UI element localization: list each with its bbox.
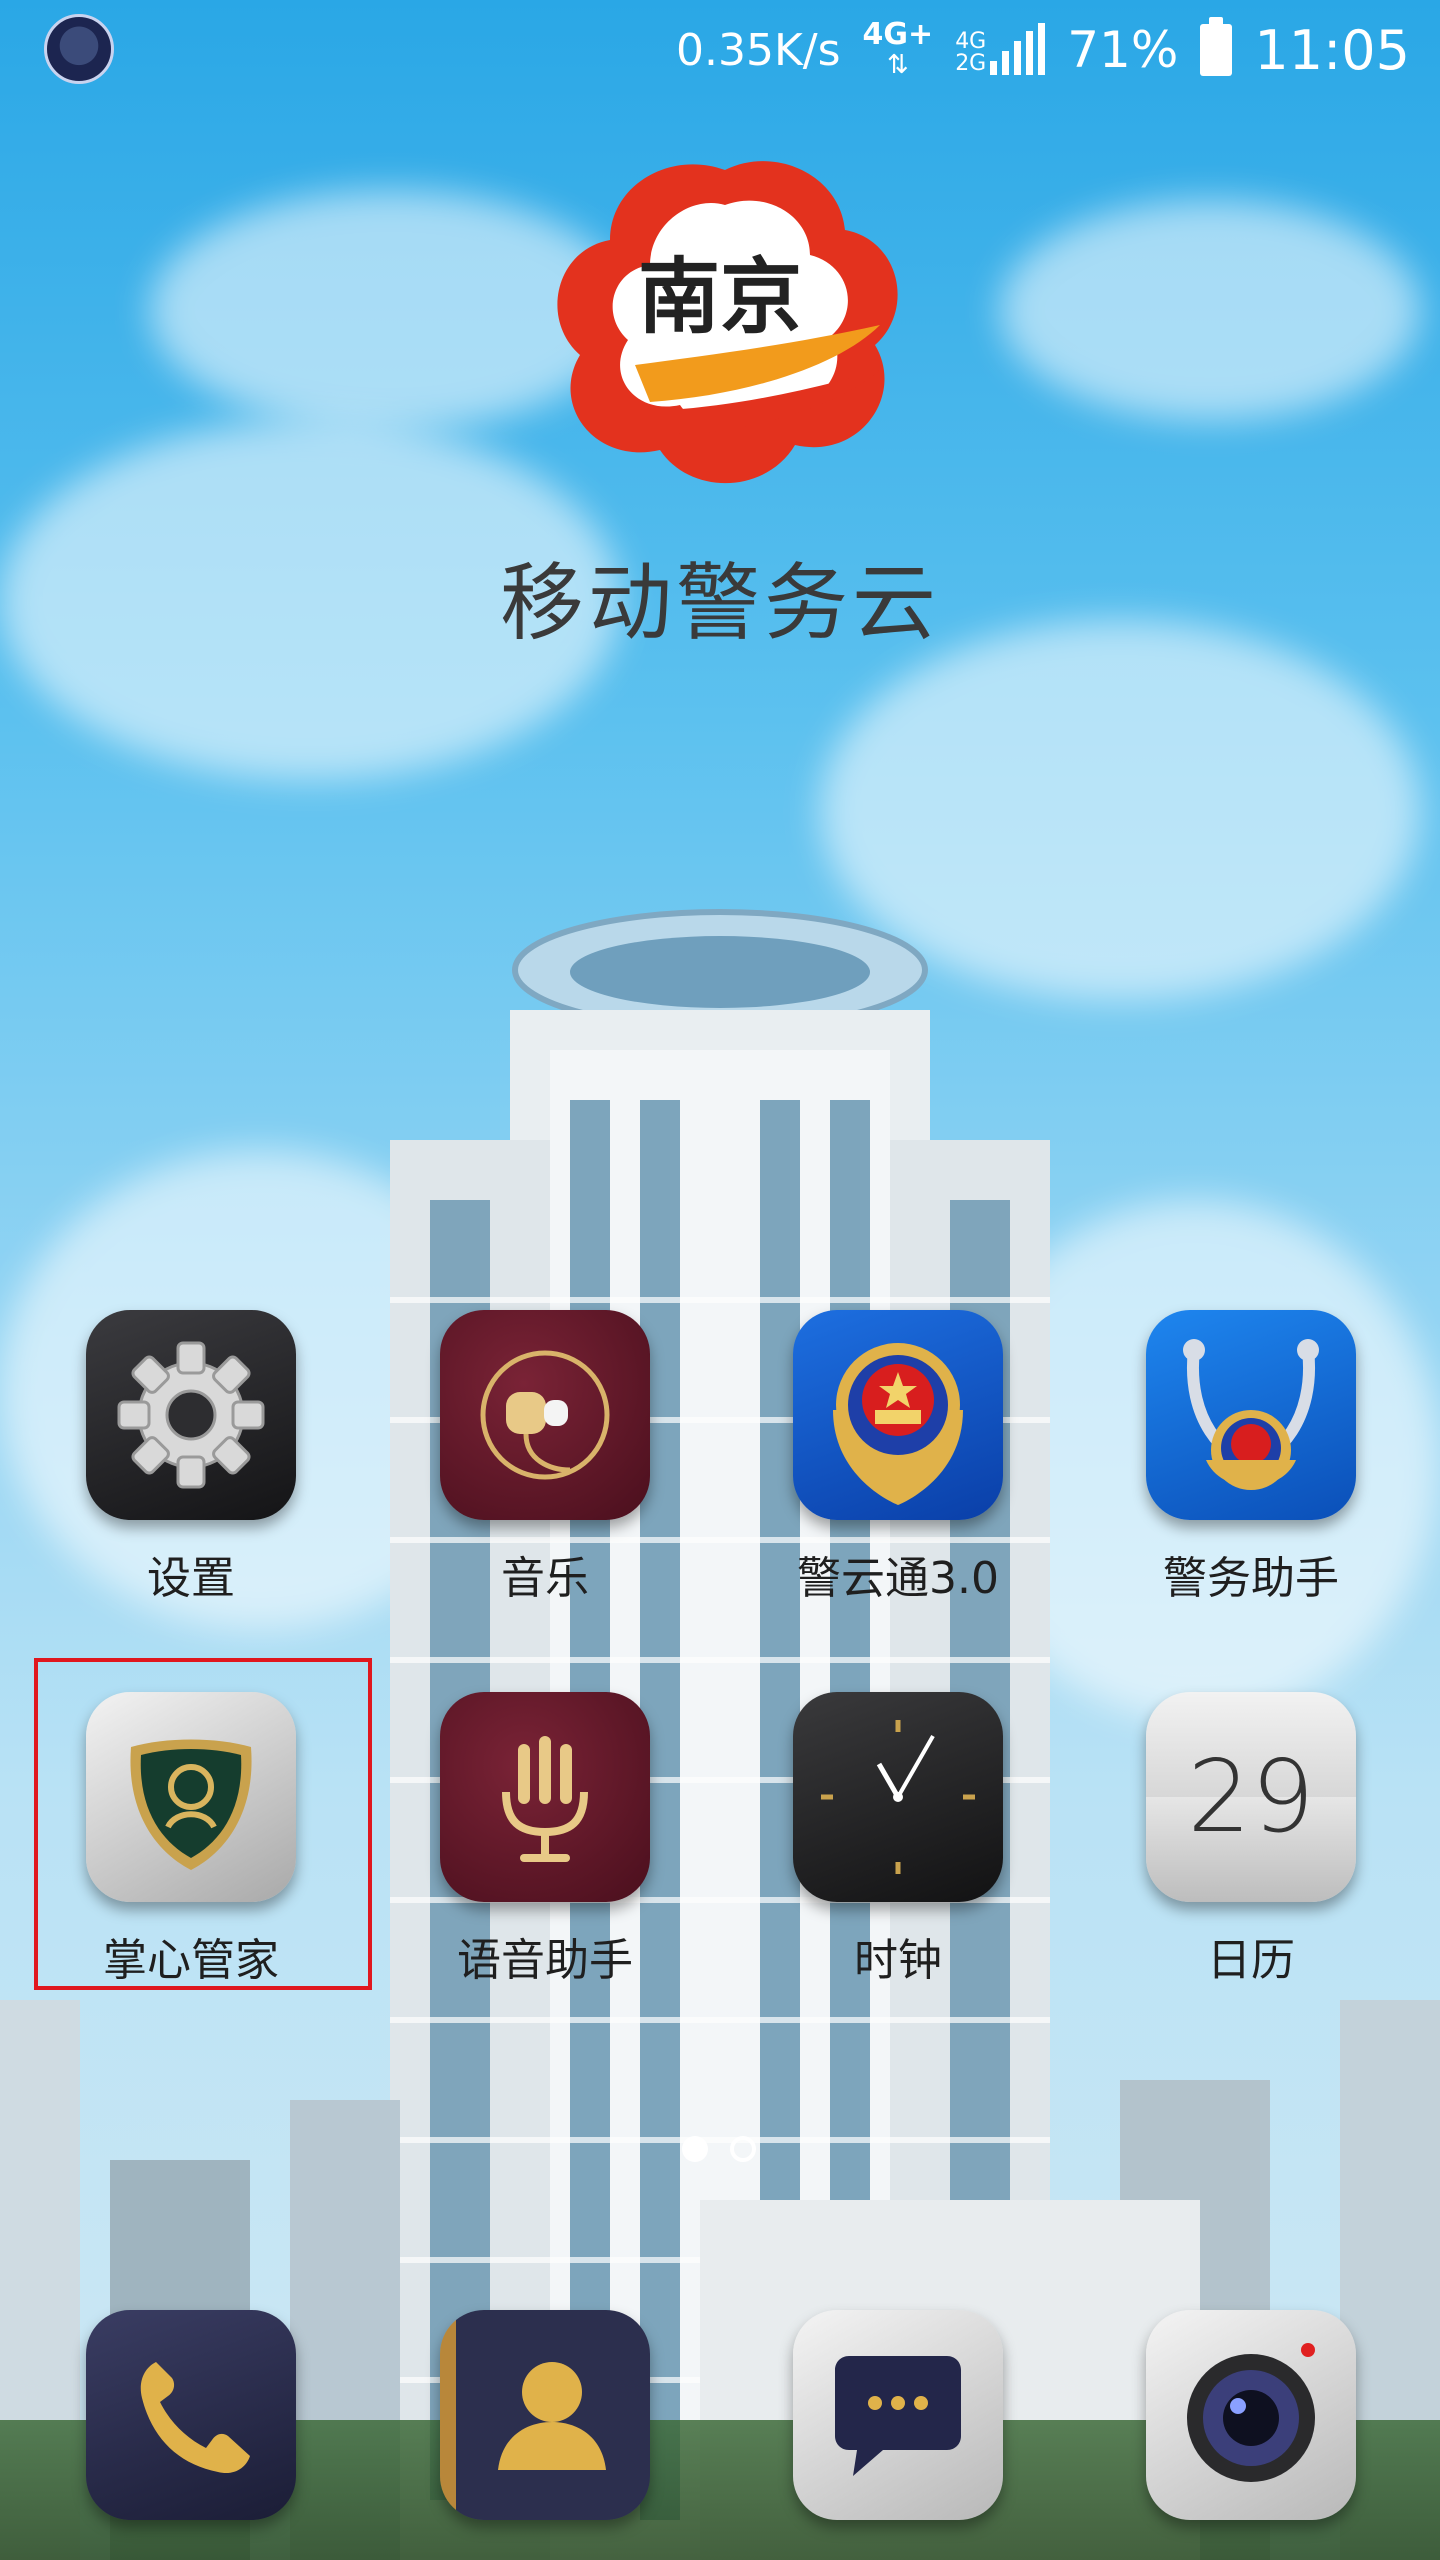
clock-icon — [793, 1692, 1003, 1902]
app-voice-assistant[interactable]: 语音助手 — [420, 1692, 670, 1988]
police-emblem-icon — [793, 1310, 1003, 1520]
app-label: 语音助手 — [457, 1935, 633, 1986]
selection-highlight — [34, 1658, 372, 1990]
app-label: 警云通3.0 — [797, 1553, 999, 1604]
dock-phone[interactable] — [66, 2310, 316, 2520]
nanjing-logo: 南京 — [557, 161, 898, 484]
dock-camera[interactable] — [1126, 2310, 1376, 2520]
page-dot-active[interactable] — [682, 2136, 708, 2162]
signal-bars-icon — [990, 23, 1046, 75]
camera-icon — [1146, 2310, 1356, 2520]
wallpaper-cloud — [1000, 200, 1420, 420]
battery-percent: 71% — [1067, 21, 1179, 79]
notification-app-icon — [44, 14, 114, 84]
data-arrows-icon: ⇅ — [886, 50, 909, 80]
dock-messages[interactable] — [773, 2310, 1023, 2520]
sim-network-label-2: 2G — [955, 51, 987, 76]
wallpaper-title: 移动警务云 — [499, 554, 940, 652]
music-earphone-icon — [440, 1310, 650, 1520]
app-label: 设置 — [147, 1553, 235, 1604]
dock-contacts[interactable] — [420, 2310, 670, 2520]
status-bar: 0.35K/s 4G+ ⇅ 4G 2G 71% 11:05 — [0, 0, 1440, 100]
network-type-icon: 4G+ ⇅ — [862, 17, 934, 81]
police-assistant-icon — [1146, 1310, 1356, 1520]
phone-icon — [86, 2310, 296, 2520]
page-indicator[interactable] — [682, 2136, 756, 2162]
network-type-label: 4G+ — [862, 17, 934, 52]
page-dot[interactable] — [730, 2136, 756, 2162]
contacts-icon — [440, 2310, 650, 2520]
clock-time: 11:05 — [1254, 18, 1410, 82]
logo-text: 南京 — [638, 249, 802, 345]
app-police-assistant[interactable]: 警务助手 — [1126, 1310, 1376, 1606]
app-calendar[interactable]: 29 日历 — [1126, 1692, 1376, 1988]
network-speed: 0.35K/s — [675, 24, 841, 76]
sim-network-label: 4G — [955, 29, 987, 54]
messages-icon — [793, 2310, 1003, 2520]
battery-icon — [1200, 17, 1233, 76]
status-right-group: 0.35K/s 4G+ ⇅ 4G 2G 71% 11:05 — [676, 14, 1410, 86]
app-label: 音乐 — [501, 1553, 589, 1604]
app-label: 时钟 — [854, 1935, 942, 1986]
app-jingyuntong[interactable]: 警云通3.0 — [773, 1310, 1023, 1606]
app-label: 日历 — [1207, 1935, 1295, 1986]
app-label: 警务助手 — [1163, 1553, 1339, 1604]
settings-gear-icon — [86, 1310, 296, 1520]
app-music[interactable]: 音乐 — [420, 1310, 670, 1606]
signal-strength-icon: 4G 2G — [955, 23, 1046, 76]
voice-assistant-icon — [440, 1692, 650, 1902]
calendar-icon: 29 — [1146, 1692, 1356, 1902]
app-settings[interactable]: 设置 — [66, 1310, 316, 1606]
app-clock[interactable]: 时钟 — [773, 1692, 1023, 1988]
calendar-day: 29 — [1187, 1738, 1315, 1855]
